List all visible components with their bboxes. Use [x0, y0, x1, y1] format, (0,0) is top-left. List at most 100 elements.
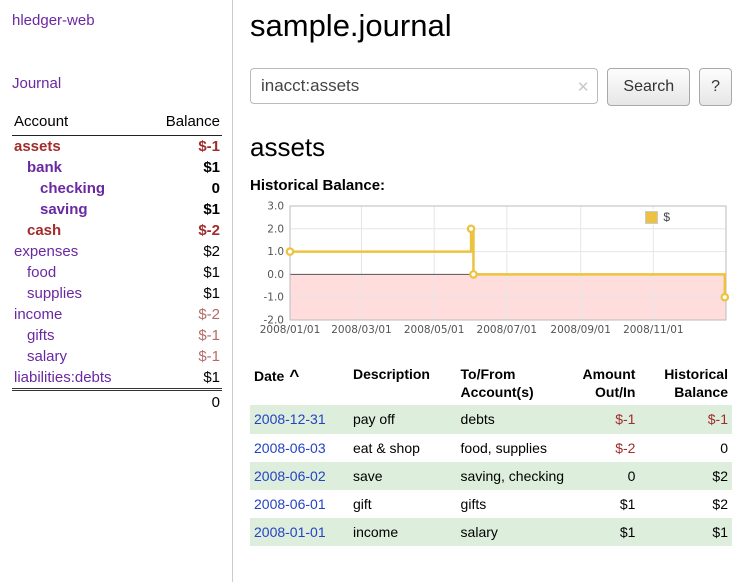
help-button[interactable]: ? — [699, 68, 732, 106]
register-description: income — [349, 518, 457, 546]
register-table: Date ^ Description To/From Account(s) Amo… — [250, 361, 732, 546]
register-amount: $-1 — [568, 405, 639, 433]
register-header-row: Date ^ Description To/From Account(s) Amo… — [250, 361, 732, 405]
account-link[interactable]: assets — [14, 138, 61, 155]
account-row: saving $1 — [12, 199, 222, 220]
register-balance: $1 — [639, 518, 732, 546]
register-date-link[interactable]: 2008-06-02 — [254, 468, 326, 484]
register-description: gift — [349, 490, 457, 518]
svg-text:3.0: 3.0 — [267, 201, 284, 213]
col-description: Description — [349, 361, 457, 405]
accounts-header-row: Account Balance — [12, 110, 222, 136]
account-balance: 0 — [145, 178, 222, 199]
account-balance: $1 — [145, 199, 222, 220]
account-heading: assets — [250, 132, 732, 163]
svg-text:1.0: 1.0 — [267, 246, 284, 258]
account-link[interactable]: liabilities:debts — [14, 369, 112, 386]
accounts-total-spacer — [12, 390, 145, 414]
register-amount: 0 — [568, 462, 639, 490]
account-balance: $1 — [145, 367, 222, 390]
col-amount: Amount Out/In — [568, 361, 639, 405]
register-amount: $1 — [568, 518, 639, 546]
account-balance: $1 — [145, 262, 222, 283]
account-link[interactable]: gifts — [27, 327, 55, 344]
main-content: sample.journal ✕ Search ? assets Histori… — [234, 0, 742, 582]
account-balance: $-1 — [145, 346, 222, 367]
account-row: checking 0 — [12, 178, 222, 199]
register-date-link[interactable]: 2008-12-31 — [254, 411, 326, 427]
svg-text:0.0: 0.0 — [267, 269, 284, 281]
svg-text:2008/05/01: 2008/05/01 — [404, 324, 465, 336]
account-link[interactable]: supplies — [27, 285, 82, 302]
register-description: eat & shop — [349, 434, 457, 462]
register-row[interactable]: 2008-12-31pay offdebts$-1$-1 — [250, 405, 732, 433]
svg-text:2008/09/01: 2008/09/01 — [550, 324, 611, 336]
account-row: assets $-1 — [12, 136, 222, 158]
account-row: food $1 — [12, 262, 222, 283]
account-balance: $-1 — [145, 136, 222, 158]
legend-swatch-icon — [645, 211, 658, 224]
account-link[interactable]: cash — [27, 222, 61, 239]
register-balance: 0 — [639, 434, 732, 462]
register-date-link[interactable]: 2008-06-01 — [254, 496, 326, 512]
register-row[interactable]: 2008-06-03 eat & shopfood, supplies$-20 — [250, 434, 732, 462]
search-bar: ✕ Search ? — [250, 68, 732, 106]
account-link[interactable]: income — [14, 306, 62, 323]
svg-text:-1.0: -1.0 — [264, 292, 285, 304]
svg-text:2008/03/01: 2008/03/01 — [331, 324, 392, 336]
account-link[interactable]: checking — [40, 180, 105, 197]
account-link[interactable]: food — [27, 264, 56, 281]
register-date-link[interactable]: 2008-06-03 — [254, 440, 326, 456]
account-row: liabilities:debts $1 — [12, 367, 222, 390]
register-accounts: food, supplies — [457, 434, 569, 462]
register-balance: $2 — [639, 462, 732, 490]
search-input[interactable] — [250, 68, 598, 104]
balance-chart: 2008/01/012008/03/012008/05/012008/07/01… — [250, 200, 734, 345]
account-row: gifts$-1 — [12, 325, 222, 346]
account-row: income $-2 — [12, 304, 222, 325]
col-accounts: To/From Account(s) — [457, 361, 569, 405]
register-amount: $-2 — [568, 434, 639, 462]
chart-legend: $ — [643, 209, 672, 225]
register-amount: $1 — [568, 490, 639, 518]
account-balance: $1 — [145, 283, 222, 304]
account-balance: $-2 — [145, 220, 222, 241]
chart-title: Historical Balance: — [250, 177, 732, 194]
account-row: salary $-1 — [12, 346, 222, 367]
account-row: supplies $1 — [12, 283, 222, 304]
col-date-label: Date — [254, 368, 284, 384]
account-link[interactable]: bank — [27, 159, 62, 176]
register-row[interactable]: 2008-01-01incomesalary$1$1 — [250, 518, 732, 546]
legend-label: $ — [663, 210, 670, 224]
svg-text:2.0: 2.0 — [267, 223, 284, 235]
register-accounts: debts — [457, 405, 569, 433]
account-row: expenses$2 — [12, 241, 222, 262]
register-balance: $2 — [639, 490, 732, 518]
search-input-wrap: ✕ — [250, 68, 598, 106]
accounts-header-balance: Balance — [145, 110, 222, 136]
register-description: pay off — [349, 405, 457, 433]
account-row: cash $-2 — [12, 220, 222, 241]
register-accounts: saving, checking — [457, 462, 569, 490]
register-balance: $-1 — [639, 405, 732, 433]
accounts-total-value: 0 — [145, 390, 222, 414]
search-button[interactable]: Search — [607, 68, 690, 106]
app-title-link[interactable]: hledger-web — [12, 12, 222, 29]
nav-journal-link[interactable]: Journal — [12, 75, 222, 92]
register-date-link[interactable]: 2008-01-01 — [254, 524, 326, 540]
register-row[interactable]: 2008-06-01 giftgifts$1$2 — [250, 490, 732, 518]
svg-text:-2.0: -2.0 — [264, 315, 285, 327]
account-link[interactable]: salary — [27, 348, 67, 365]
col-date[interactable]: Date ^ — [250, 361, 349, 405]
register-row[interactable]: 2008-06-02savesaving, checking0$2 — [250, 462, 732, 490]
account-link[interactable]: saving — [40, 201, 88, 218]
sort-asc-icon: ^ — [289, 366, 299, 385]
page-title: sample.journal — [250, 8, 732, 44]
account-link[interactable]: expenses — [14, 243, 78, 260]
register-accounts: salary — [457, 518, 569, 546]
col-balance: Historical Balance — [639, 361, 732, 405]
sidebar: hledger-web Journal Account Balance asse… — [0, 0, 233, 582]
register-accounts: gifts — [457, 490, 569, 518]
account-balance: $-2 — [145, 304, 222, 325]
clear-search-icon[interactable]: ✕ — [577, 78, 590, 96]
